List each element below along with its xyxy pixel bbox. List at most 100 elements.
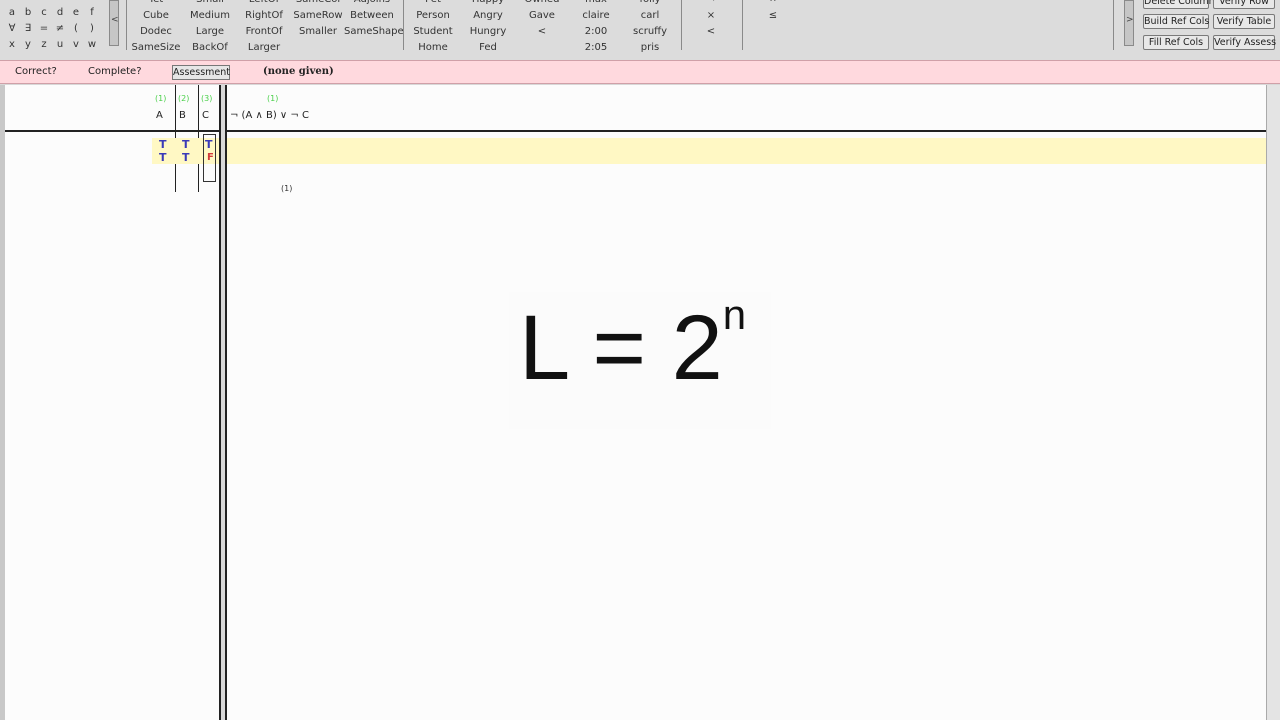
constant-button[interactable]: Angry	[460, 8, 516, 24]
predicate-button[interactable]: Medium	[182, 8, 238, 24]
fill-ref-cols-button[interactable]: Fill Ref Cols	[1143, 35, 1209, 50]
palette-scroll-left[interactable]	[109, 0, 119, 46]
symbol-row: ∀ ∃ = ≠ ( )	[4, 20, 104, 36]
constant-button[interactable]: pris	[622, 40, 678, 56]
formula-exponent: n	[722, 291, 747, 338]
constant-button[interactable]	[514, 40, 570, 56]
constant-button[interactable]: Home	[405, 40, 461, 56]
symbol-button[interactable]: c	[36, 7, 52, 18]
predicate-button[interactable]: Large	[182, 24, 238, 40]
constant-button[interactable]: claire	[568, 8, 624, 24]
constant-button[interactable]: max	[568, 0, 624, 8]
build-ref-cols-button[interactable]: Build Ref Cols	[1143, 14, 1209, 29]
predicate-button[interactable]: SameSize	[128, 40, 184, 56]
constant-button[interactable]: scruffy	[622, 24, 678, 40]
operator-column: ¬ × <	[691, 0, 731, 40]
column-separator	[198, 85, 199, 130]
constant-button[interactable]: 2:00	[568, 24, 624, 40]
formula-text: L = 2n	[519, 294, 746, 395]
predicate-button[interactable]: RightOf	[236, 8, 292, 24]
vertical-scrollbar[interactable]	[1266, 85, 1280, 720]
constant-button[interactable]: folly	[622, 0, 678, 8]
predicate-button[interactable]	[344, 40, 400, 56]
predicate-button[interactable]: Dodec	[128, 24, 184, 40]
assessment-bar: Correct? Complete? Assessment (none give…	[0, 60, 1280, 84]
operator-button[interactable]: ↔	[753, 0, 793, 8]
column-number: (1)	[267, 94, 279, 103]
symbol-button[interactable]: =	[36, 23, 52, 34]
palette-scroll-right[interactable]	[1124, 0, 1134, 46]
column-header-a[interactable]: A	[156, 110, 163, 121]
header-separator	[227, 130, 1266, 132]
delete-column-button[interactable]: Delete Column	[1143, 0, 1215, 9]
formula-header[interactable]: ¬ (A ∧ B) ∨ ¬ C	[230, 110, 309, 121]
constant-column: Owned Gave <	[514, 0, 570, 56]
predicate-button[interactable]: BackOf	[182, 40, 238, 56]
predicate-button[interactable]: Larger	[236, 40, 292, 56]
constant-button[interactable]: Person	[405, 8, 461, 24]
predicate-button[interactable]: Adjoins	[344, 0, 400, 8]
symbol-button[interactable]: e	[68, 7, 84, 18]
constant-button[interactable]: Gave	[514, 8, 570, 24]
predicate-column: Small Medium Large BackOf	[182, 0, 238, 56]
constant-button[interactable]: Happy	[460, 0, 516, 8]
operator-button[interactable]: ¬	[691, 0, 731, 8]
truth-value-cell[interactable]: T	[159, 138, 167, 151]
operator-button[interactable]: <	[691, 24, 731, 40]
symbol-button[interactable]: y	[20, 39, 36, 50]
correct-label: Correct?	[15, 66, 57, 77]
symbol-row: x y z u v w	[4, 36, 104, 52]
symbol-button[interactable]: b	[20, 7, 36, 18]
truth-value-cell[interactable]: T	[182, 138, 190, 151]
operator-button[interactable]: ×	[691, 8, 731, 24]
predicate-button[interactable]: Small	[182, 0, 238, 8]
symbol-button[interactable]: ∀	[4, 23, 20, 34]
predicate-button[interactable]: SameShape	[344, 24, 404, 40]
predicate-button[interactable]: SameRow	[290, 8, 346, 24]
symbol-row: a b c d e f	[4, 4, 104, 20]
constant-button[interactable]: 2:05	[568, 40, 624, 56]
symbol-button[interactable]: ≠	[52, 23, 68, 34]
symbol-button[interactable]: )	[84, 23, 100, 34]
predicate-button[interactable]: Between	[344, 8, 400, 24]
predicate-button[interactable]: Cube	[128, 8, 184, 24]
operator-button[interactable]	[753, 24, 793, 40]
symbol-button[interactable]: w	[84, 39, 100, 50]
symbol-button[interactable]: ∃	[20, 23, 36, 34]
verify-table-button[interactable]: Verify Table	[1213, 14, 1275, 29]
symbol-button[interactable]: a	[4, 7, 20, 18]
symbol-button[interactable]: v	[68, 39, 84, 50]
constant-button[interactable]: Owned	[514, 0, 570, 8]
constant-button[interactable]: Student	[405, 24, 461, 40]
toolbar-divider	[681, 0, 682, 50]
truth-value-cell[interactable]: T	[159, 151, 167, 164]
constant-button[interactable]: Hungry	[460, 24, 516, 40]
verify-row-button[interactable]: Verify Row	[1213, 0, 1275, 9]
predicate-button[interactable]	[290, 40, 346, 56]
selected-cell-box[interactable]	[203, 134, 216, 182]
constant-button[interactable]: Fed	[460, 40, 516, 56]
reference-columns-panel[interactable]: (1) (2) (3) A B C T T T T T F	[5, 85, 221, 720]
column-header-c[interactable]: C	[202, 110, 209, 121]
symbol-button[interactable]: d	[52, 7, 68, 18]
predicate-button[interactable]: SameCol	[290, 0, 346, 8]
symbol-button[interactable]: u	[52, 39, 68, 50]
predicate-button[interactable]: Tet	[128, 0, 184, 8]
constant-button[interactable]: Pet	[405, 0, 461, 8]
verify-assess-button[interactable]: Verify Assess	[1213, 35, 1276, 50]
symbol-button[interactable]: f	[84, 7, 100, 18]
assessment-button[interactable]: Assessment	[172, 65, 230, 80]
constant-button[interactable]: <	[514, 24, 570, 40]
operator-button[interactable]: ≤	[753, 8, 793, 24]
symbol-button[interactable]: (	[68, 23, 84, 34]
predicate-button[interactable]: Smaller	[290, 24, 346, 40]
symbol-button[interactable]: x	[4, 39, 20, 50]
truth-value-cell[interactable]: T	[182, 151, 190, 164]
constant-button[interactable]: carl	[622, 8, 678, 24]
toolbar-divider	[1113, 0, 1114, 50]
symbol-button[interactable]: z	[36, 39, 52, 50]
predicate-button[interactable]: LeftOf	[236, 0, 292, 8]
toolbar-divider	[403, 0, 404, 50]
predicate-button[interactable]: FrontOf	[236, 24, 292, 40]
column-header-b[interactable]: B	[179, 110, 186, 121]
